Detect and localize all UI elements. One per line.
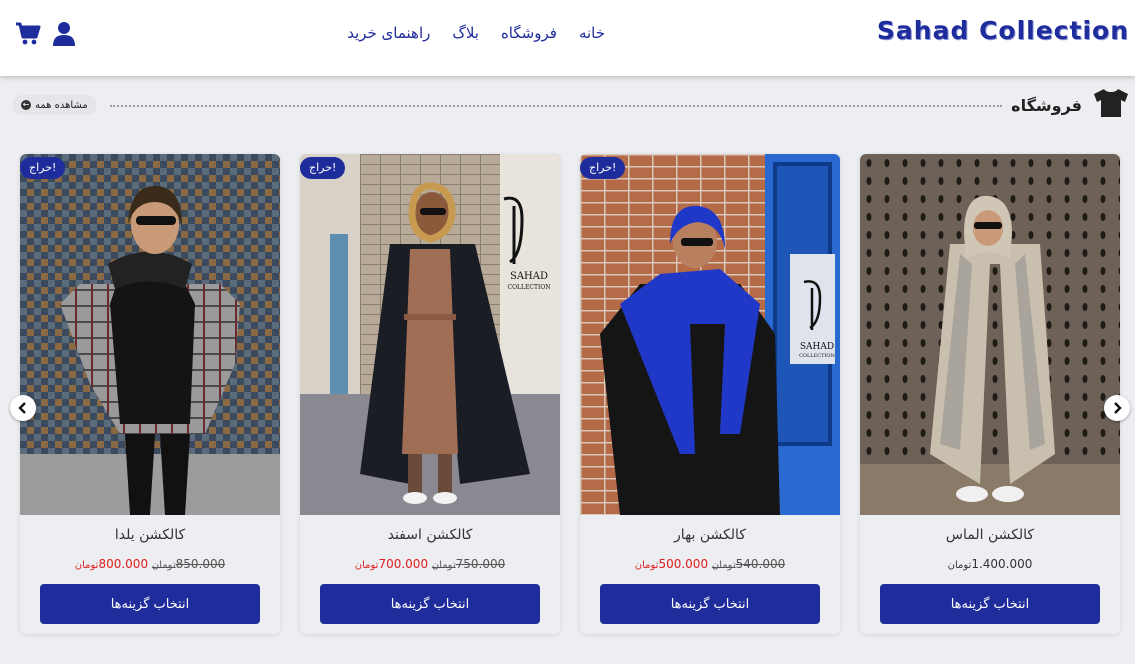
product-image[interactable]: SAHAD COLLECTION حراج! <box>300 154 560 515</box>
section-title-box: فروشگاه <box>1003 88 1130 122</box>
section-heading-bar: ← مشاهده همه فروشگاه <box>10 88 1130 122</box>
carousel-prev-button[interactable] <box>10 395 36 421</box>
select-options-button[interactable]: انتخاب گزینه‌ها <box>880 584 1100 624</box>
product-info: کالکشن یلدا 850.000تومان 800.000تومان ان… <box>20 515 280 634</box>
regular-price: 1.400.000تومان <box>947 557 1033 571</box>
product-image[interactable]: SAHAD COLLECTION حراج! <box>580 154 840 515</box>
product-title[interactable]: کالکشن بهار <box>580 527 840 543</box>
product-price: 850.000تومان 800.000تومان <box>20 557 280 571</box>
nav-home[interactable]: خانه <box>579 24 605 42</box>
nav-shopping-guide[interactable]: راهنمای خرید <box>347 24 430 42</box>
product-title[interactable]: کالکشن یلدا <box>20 527 280 543</box>
site-logo[interactable]: Sahad Collection <box>877 16 1129 45</box>
select-options-button[interactable]: انتخاب گزینه‌ها <box>40 584 260 624</box>
svg-text:SAHAD: SAHAD <box>510 271 548 282</box>
arrow-circle-icon: ← <box>21 100 31 110</box>
view-all-label: مشاهده همه <box>35 99 88 111</box>
product-card-bahar[interactable]: SAHAD COLLECTION حراج! کالکشن بهار 540.0… <box>580 154 840 634</box>
product-info: کالکشن اسفند 750.000تومان 700.000تومان ا… <box>300 515 560 634</box>
user-icon[interactable] <box>50 20 78 48</box>
shopping-cart-icon[interactable] <box>14 20 42 48</box>
dotted-divider <box>110 105 1002 107</box>
product-info: کالکشن بهار 540.000تومان 500.000تومان ان… <box>580 515 840 634</box>
select-options-button[interactable]: انتخاب گزینه‌ها <box>600 584 820 624</box>
chevron-right-icon <box>1112 399 1122 418</box>
product-price: 1.400.000تومان <box>860 557 1120 571</box>
product-title[interactable]: کالکشن اسفند <box>300 527 560 543</box>
sale-price: 700.000تومان <box>354 557 429 571</box>
nav-shop[interactable]: فروشگاه <box>501 24 557 42</box>
sale-price: 800.000تومان <box>74 557 149 571</box>
sale-badge: حراج! <box>580 157 626 179</box>
product-card-esfand[interactable]: SAHAD COLLECTION حراج! کالکشن اسفند 750.… <box>300 154 560 634</box>
svg-text:SAHAD: SAHAD <box>800 342 834 352</box>
t-shirt-icon <box>1092 88 1130 122</box>
sale-badge: حراج! <box>300 157 346 179</box>
product-price: 750.000تومان 700.000تومان <box>300 557 560 571</box>
product-card-yalda[interactable]: حراج! کالکشن یلدا 850.000تومان 800.000تو… <box>20 154 280 634</box>
nav-blog[interactable]: بلاگ <box>452 24 479 42</box>
svg-text:COLLECTION: COLLECTION <box>508 284 551 291</box>
view-all-link[interactable]: ← مشاهده همه <box>12 95 97 115</box>
product-image[interactable]: حراج! <box>20 154 280 515</box>
old-price: 540.000تومان <box>711 557 786 571</box>
sale-badge: حراج! <box>20 157 66 179</box>
product-info: کالکشن الماس 1.400.000تومان انتخاب گزینه… <box>860 515 1120 634</box>
select-options-button[interactable]: انتخاب گزینه‌ها <box>320 584 540 624</box>
main-nav: خانه فروشگاه بلاگ راهنمای خرید <box>345 24 605 42</box>
chevron-left-icon <box>18 399 28 418</box>
sale-price: 500.000تومان <box>634 557 709 571</box>
product-card-almas[interactable]: کالکشن الماس 1.400.000تومان انتخاب گزینه… <box>860 154 1120 634</box>
product-price: 540.000تومان 500.000تومان <box>580 557 840 571</box>
product-image[interactable] <box>860 154 1120 515</box>
section-title: فروشگاه <box>1011 95 1082 115</box>
svg-text:COLLECTION: COLLECTION <box>799 353 835 359</box>
product-title[interactable]: کالکشن الماس <box>860 527 1120 543</box>
old-price: 750.000تومان <box>431 557 506 571</box>
carousel-next-button[interactable] <box>1104 395 1130 421</box>
site-header: خانه فروشگاه بلاگ راهنمای خرید Sahad Col… <box>0 0 1135 76</box>
old-price: 850.000تومان <box>151 557 226 571</box>
header-icons <box>14 20 78 48</box>
